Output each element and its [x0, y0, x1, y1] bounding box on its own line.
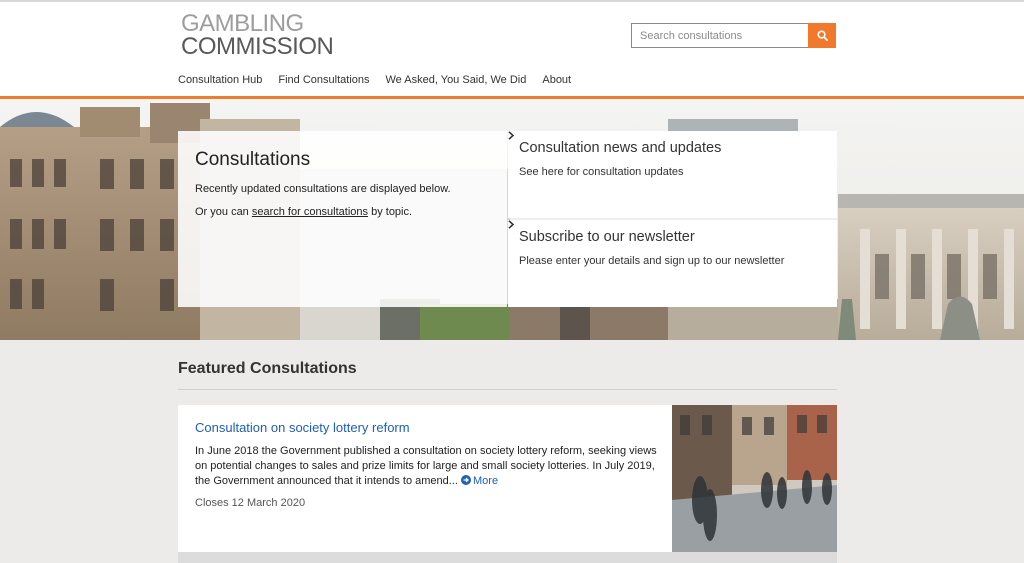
news-link[interactable]: See here for consultation updates — [508, 131, 826, 178]
next-card-edge — [178, 552, 837, 563]
logo-line-2: COMMISSION — [181, 33, 334, 60]
intro-prefix: Or you can — [195, 206, 252, 218]
logo-line-1: GAMBLING — [181, 10, 304, 37]
newsletter-link[interactable]: Please enter your details and sign up to… — [508, 220, 826, 267]
search-input[interactable] — [631, 23, 808, 48]
chevron-right-icon — [508, 131, 514, 140]
consultations-intro-panel: Consultations Recently updated consultat… — [178, 131, 507, 307]
newsletter-panel: Subscribe to our newsletter Please enter… — [508, 220, 837, 307]
nav-find-consultations[interactable]: Find Consultations — [278, 73, 369, 87]
intro-search-text: Or you can search for consultations by t… — [195, 205, 490, 219]
more-label: More — [473, 475, 499, 487]
newsletter-title: Subscribe to our newsletter — [519, 229, 695, 245]
main-nav: Consultation Hub Find Consultations We A… — [178, 73, 587, 87]
newsletter-link-text: Please enter your details and sign up to… — [519, 255, 785, 267]
nav-we-asked-you-said[interactable]: We Asked, You Said, We Did — [386, 73, 527, 87]
nav-about[interactable]: About — [542, 73, 571, 87]
hero-banner: Consultations Recently updated consultat… — [0, 99, 1024, 340]
news-title: Consultation news and updates — [519, 140, 722, 156]
news-link-text: See here for consultation updates — [519, 166, 684, 178]
closing-date: Closes 12 March 2020 — [195, 497, 306, 509]
consultation-summary: In June 2018 the Government published a … — [195, 444, 665, 489]
search-form — [631, 23, 836, 48]
search-icon — [816, 30, 828, 41]
page-title: Consultations — [195, 149, 311, 170]
intro-suffix: by topic. — [368, 206, 413, 218]
arrow-circle-right-icon — [461, 475, 472, 485]
news-panel: Consultation news and updates See here f… — [508, 131, 837, 218]
featured-heading: Featured Consultations — [178, 360, 357, 377]
nav-consultation-hub[interactable]: Consultation Hub — [178, 73, 262, 87]
more-link[interactable]: More — [461, 475, 498, 487]
featured-consultation-card: Consultation on society lottery reform I… — [178, 405, 837, 552]
chevron-right-icon — [508, 220, 514, 229]
card-body: Consultation on society lottery reform I… — [195, 420, 665, 509]
street-scene-image — [672, 405, 837, 552]
divider — [178, 389, 837, 390]
search-consultations-link[interactable]: search for consultations — [252, 206, 368, 218]
consultation-title-link[interactable]: Consultation on society lottery reform — [195, 420, 665, 435]
site-header: GAMBLING COMMISSION Consultation Hub Fin… — [0, 2, 1024, 97]
summary-text: In June 2018 the Government published a … — [195, 445, 657, 487]
gambling-commission-logo[interactable]: GAMBLING COMMISSION — [181, 12, 347, 60]
search-button[interactable] — [808, 23, 836, 48]
intro-text: Recently updated consultations are displ… — [195, 183, 451, 195]
